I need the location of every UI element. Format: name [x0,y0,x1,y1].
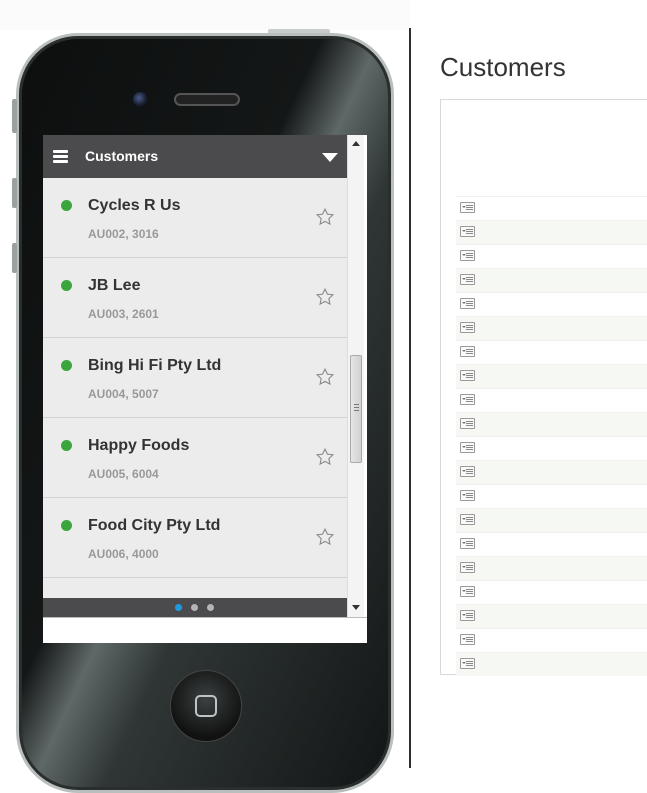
table-row[interactable] [456,532,647,556]
table-row[interactable] [456,556,647,580]
row-details-icon[interactable] [460,442,475,453]
star-icon[interactable] [315,207,335,227]
row-details-icon[interactable] [460,202,475,213]
list-item[interactable]: Food City Pty Ltd AU006, 4000 [43,498,347,578]
table-row[interactable] [456,364,647,388]
row-details-icon[interactable] [460,658,475,669]
table-row[interactable] [456,580,647,604]
table-row[interactable] [456,244,647,268]
row-details-icon[interactable] [460,226,475,237]
page-dot[interactable] [191,604,198,611]
row-details-icon[interactable] [460,250,475,261]
table-row[interactable] [456,196,647,220]
row-details-icon[interactable] [460,586,475,597]
page-title: Customers [440,52,566,82]
customer-name: JB Lee [88,277,141,294]
home-button[interactable] [170,670,242,742]
dropdown-caret-icon[interactable] [322,153,338,162]
mute-switch [12,99,17,133]
status-dot-icon [61,280,72,291]
table-row[interactable] [456,388,647,412]
row-details-icon[interactable] [460,394,475,405]
table-row[interactable] [456,316,647,340]
table-row[interactable] [456,652,647,676]
earpiece [174,93,240,106]
status-dot-icon [61,200,72,211]
page-indicator [43,598,347,617]
star-icon[interactable] [315,527,335,547]
app-header: Customers [43,135,347,178]
table-row[interactable] [456,508,647,532]
row-details-icon[interactable] [460,466,475,477]
customer-name: Food City Pty Ltd [88,517,221,534]
star-icon[interactable] [315,367,335,387]
page-dot-active[interactable] [175,604,182,611]
row-details-icon[interactable] [460,346,475,357]
camera-icon [133,92,148,107]
star-icon[interactable] [315,287,335,307]
customer-subtitle: AU005, 6004 [88,467,159,481]
customer-subtitle: AU003, 2601 [88,307,159,321]
scroll-down-arrow-icon[interactable] [352,605,360,610]
star-icon[interactable] [315,447,335,467]
header-title: Customers [85,148,159,164]
panel-divider [409,28,411,768]
phone-screen: Customers Cycles R Us AU002, 3016 JB Lee… [43,135,367,643]
status-dot-icon [61,520,72,531]
volume-up-button [12,178,17,208]
scroll-thumb[interactable] [350,355,362,463]
table-row[interactable] [456,628,647,652]
list-item[interactable]: JB Lee AU003, 2601 [43,258,347,338]
list-item[interactable]: Happy Foods AU005, 6004 [43,418,347,498]
customer-name: Happy Foods [88,437,190,454]
list-item[interactable]: Cycles R Us AU002, 3016 [43,178,347,258]
table-row[interactable] [456,604,647,628]
page-dot[interactable] [207,604,214,611]
scrollbar[interactable] [347,135,364,617]
table-row[interactable] [456,268,647,292]
row-details-icon[interactable] [460,298,475,309]
row-details-icon[interactable] [460,490,475,501]
status-dot-icon [61,440,72,451]
row-details-icon[interactable] [460,514,475,525]
table-row[interactable] [456,220,647,244]
scroll-up-arrow-icon[interactable] [352,141,360,146]
table-row[interactable] [456,436,647,460]
table-row[interactable] [456,340,647,364]
table-row[interactable] [456,292,647,316]
customer-subtitle: AU002, 3016 [88,227,159,241]
table-row[interactable] [456,460,647,484]
row-details-icon[interactable] [460,634,475,645]
customers-grid [456,196,647,676]
customer-list: Cycles R Us AU002, 3016 JB Lee AU003, 26… [43,178,347,598]
customer-subtitle: AU006, 4000 [88,547,159,561]
customer-name: Bing Hi Fi Pty Ltd [88,357,222,374]
row-details-icon[interactable] [460,418,475,429]
row-details-icon[interactable] [460,274,475,285]
row-details-icon[interactable] [460,610,475,621]
menu-icon[interactable] [53,150,68,163]
list-item[interactable]: Bing Hi Fi Pty Ltd AU004, 5007 [43,338,347,418]
screen-bottom-area [43,617,367,643]
status-dot-icon [61,360,72,371]
row-details-icon[interactable] [460,538,475,549]
home-square-icon [195,695,217,717]
page-top-strip [0,0,410,30]
table-row[interactable] [456,412,647,436]
customer-name: Cycles R Us [88,197,181,214]
volume-down-button [12,243,17,273]
row-details-icon[interactable] [460,322,475,333]
row-details-icon[interactable] [460,370,475,381]
row-details-icon[interactable] [460,562,475,573]
customer-subtitle: AU004, 5007 [88,387,159,401]
table-row[interactable] [456,484,647,508]
